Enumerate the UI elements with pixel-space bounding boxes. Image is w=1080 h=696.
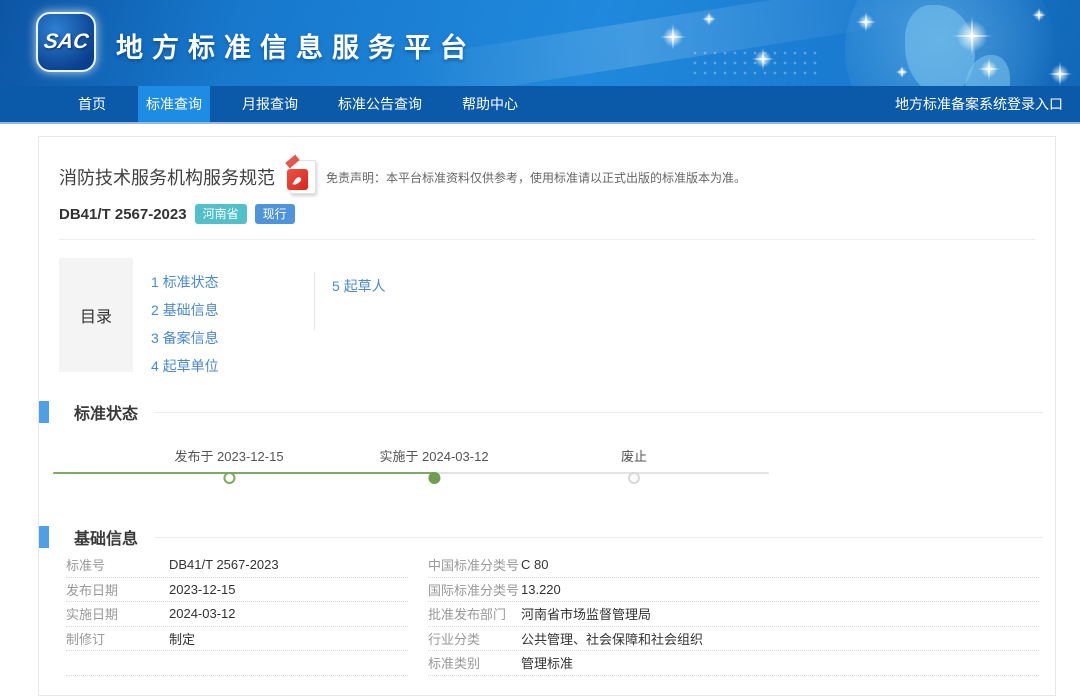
nav-tab[interactable]: 标准查询 <box>138 86 210 122</box>
divider <box>59 239 1035 240</box>
toc-link[interactable]: 2 基础信息 <box>151 296 314 324</box>
nav-tab[interactable]: 标准公告查询 <box>330 86 430 122</box>
main-nav: 首页 标准查询 月报查询 标准公告查询 帮助中心 地方标准备案系统登录入口 <box>0 86 1080 122</box>
section-standard-status: 标准状态 <box>39 400 1055 424</box>
site-header: SAC 地方标准信息服务平台 <box>0 0 1080 86</box>
toc-column-1: 1 标准状态 2 基础信息 3 备案信息 4 起草单位 <box>151 258 314 380</box>
nav-tab[interactable]: 帮助中心 <box>454 86 526 122</box>
section-rule <box>154 412 1043 413</box>
field-label: 中国标准分类号 <box>428 555 521 574</box>
field-label: 行业分类 <box>428 629 521 648</box>
timeline-dot-icon <box>428 472 440 484</box>
field-label: 标准类别 <box>428 653 521 672</box>
toc-column-2: 5 起草人 <box>314 272 386 330</box>
field-value: DB41/T 2567-2023 <box>169 557 279 572</box>
field-value: 河南省市场监督管理局 <box>521 604 651 623</box>
backup-system-login-link[interactable]: 地方标准备案系统登录入口 <box>895 86 1063 122</box>
status-badge: 河南省 <box>195 204 247 224</box>
table-row: 制修订 制定 <box>66 627 408 652</box>
field-value: 2023-12-15 <box>169 582 236 597</box>
field-label: 批准发布部门 <box>428 604 521 623</box>
sac-logo-text: SAC <box>42 30 90 54</box>
table-row: 批准发布部门 河南省市场监督管理局 <box>428 602 1039 627</box>
standard-detail-card: 消防技术服务机构服务规范 免责声明：本平台标准资料仅供参考，使用标准请以正式出版… <box>38 136 1056 696</box>
field-value: 公共管理、社会保障和社会组织 <box>521 629 703 648</box>
title-block: 消防技术服务机构服务规范 免责声明：本平台标准资料仅供参考，使用标准请以正式出版… <box>39 137 1055 240</box>
status-badge: 现行 <box>255 204 295 224</box>
basic-info-table: 标准号 DB41/T 2567-2023 发布日期 2023-12-15 实施日… <box>66 553 1039 676</box>
nav-tab[interactable]: 首页 <box>70 86 114 122</box>
toc-link[interactable]: 3 备案信息 <box>151 324 314 352</box>
field-value: C 80 <box>521 557 548 572</box>
timeline-milestone: 废止 <box>621 446 647 484</box>
field-label: 实施日期 <box>66 604 169 623</box>
standard-title: 消防技术服务机构服务规范 <box>59 164 275 190</box>
table-row: 实施日期 2024-03-12 <box>66 602 408 627</box>
timeline-dot-icon <box>628 472 640 484</box>
section-heading: 标准状态 <box>74 400 138 424</box>
toc-link[interactable]: 1 标准状态 <box>151 268 314 296</box>
nav-tab[interactable]: 月报查询 <box>234 86 306 122</box>
toc-link[interactable]: 5 起草人 <box>332 272 386 300</box>
table-row: 标准类别 管理标准 <box>428 651 1039 676</box>
timeline-milestone: 发布于 2023-12-15 <box>174 446 283 484</box>
section-marker-bar <box>39 526 49 548</box>
field-value: 2024-03-12 <box>169 606 236 621</box>
table-row: 中国标准分类号 C 80 <box>428 553 1039 578</box>
field-value: 制定 <box>169 629 195 648</box>
sac-logo[interactable]: SAC <box>36 12 96 72</box>
field-value: 13.220 <box>521 582 561 597</box>
sparkle-icon <box>896 66 908 78</box>
timeline-dot-icon <box>223 472 235 484</box>
status-timeline: 发布于 2023-12-15 实施于 2024-03-12 废止 <box>53 438 769 496</box>
timeline-label: 发布于 2023-12-15 <box>174 446 283 465</box>
table-row: 行业分类 公共管理、社会保障和社会组织 <box>428 627 1039 652</box>
sparkle-icon <box>702 12 716 26</box>
sparkle-icon <box>1032 8 1046 22</box>
timeline-label: 实施于 2024-03-12 <box>379 446 488 465</box>
disclaimer-text: 免责声明：本平台标准资料仅供参考，使用标准请以正式出版的标准版本为准。 <box>326 169 746 186</box>
field-label: 国际标准分类号 <box>428 580 521 599</box>
globe-graphic-icon <box>845 0 1055 86</box>
info-column-left: 标准号 DB41/T 2567-2023 发布日期 2023-12-15 实施日… <box>66 553 408 676</box>
toc-label: 目录 <box>59 258 133 372</box>
section-marker-bar <box>39 401 49 423</box>
info-column-right: 中国标准分类号 C 80 国际标准分类号 13.220 批准发布部门 河南省市场… <box>428 553 1039 676</box>
sparkle-icon <box>978 58 1000 80</box>
toc-link[interactable]: 4 起草单位 <box>151 352 314 380</box>
sparkle-icon <box>856 12 876 32</box>
timeline-milestone: 实施于 2024-03-12 <box>379 446 488 484</box>
table-row: 发布日期 2023-12-15 <box>66 578 408 603</box>
field-value: 管理标准 <box>521 653 573 672</box>
table-row: 国际标准分类号 13.220 <box>428 578 1039 603</box>
standard-code: DB41/T 2567-2023 <box>59 206 187 223</box>
field-label: 制修订 <box>66 629 169 648</box>
table-of-contents: 目录 1 标准状态 2 基础信息 3 备案信息 4 起草单位 5 起草人 <box>59 258 1035 380</box>
table-row <box>66 651 408 676</box>
section-rule <box>154 537 1043 538</box>
site-title: 地方标准信息服务平台 <box>116 26 476 65</box>
section-heading: 基础信息 <box>74 525 138 549</box>
field-label: 标准号 <box>66 555 169 574</box>
sparkle-icon <box>752 48 774 70</box>
sparkle-icon <box>952 16 992 56</box>
field-label: 发布日期 <box>66 580 169 599</box>
table-row: 标准号 DB41/T 2567-2023 <box>66 553 408 578</box>
section-basic-info: 基础信息 <box>39 525 1055 549</box>
sparkle-icon <box>660 24 686 50</box>
sparkle-icon <box>1048 62 1072 86</box>
timeline-label: 废止 <box>621 446 647 465</box>
nav-underline <box>0 122 1080 124</box>
pdf-file-icon[interactable] <box>290 160 316 194</box>
